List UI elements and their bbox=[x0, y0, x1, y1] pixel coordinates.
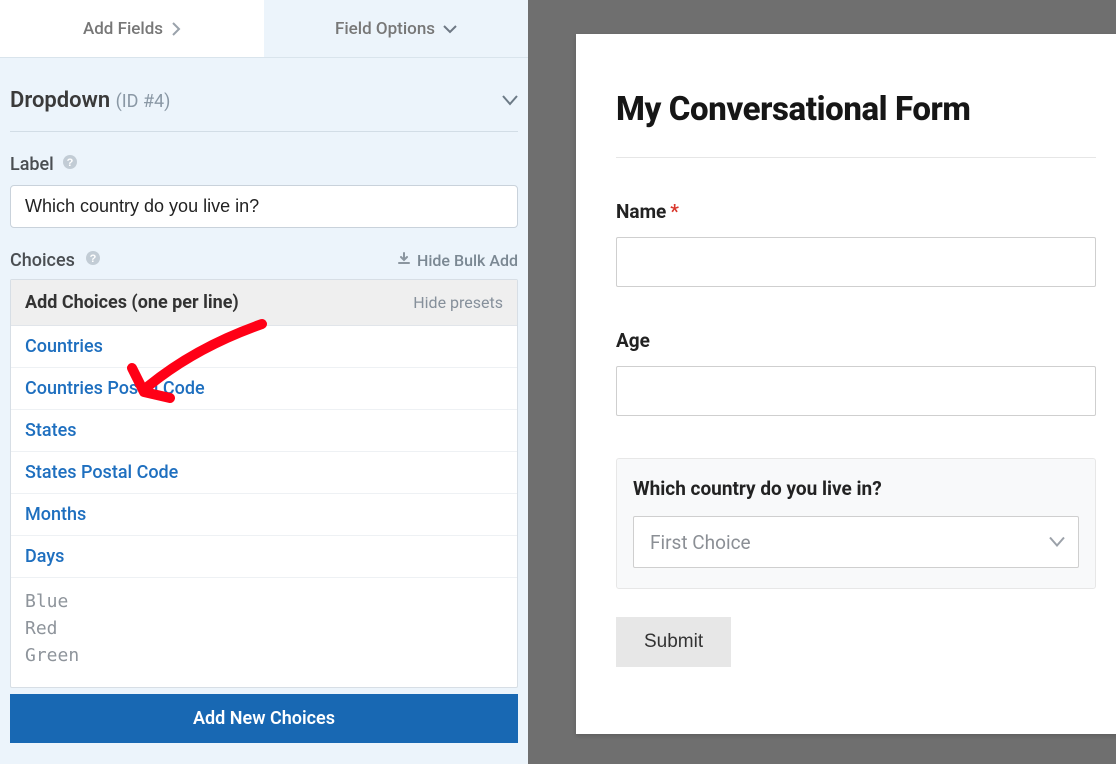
help-icon[interactable]: ? bbox=[62, 154, 78, 175]
tab-add-fields[interactable]: Add Fields bbox=[0, 0, 264, 57]
hide-bulk-add-label: Hide Bulk Add bbox=[417, 251, 518, 270]
field-type-title: Dropdown bbox=[10, 88, 110, 113]
chevron-down-icon bbox=[502, 91, 518, 110]
country-dropdown-value: First Choice bbox=[633, 516, 1079, 568]
label-title: Label bbox=[10, 154, 54, 175]
preset-states[interactable]: States bbox=[11, 410, 517, 452]
preset-days[interactable]: Days bbox=[11, 536, 517, 578]
help-icon[interactable]: ? bbox=[85, 250, 101, 271]
choices-title-text: Choices bbox=[10, 250, 75, 271]
add-choices-title: Add Choices (one per line) bbox=[25, 292, 239, 313]
form-field-age: Age bbox=[616, 329, 1096, 416]
chevron-down-icon bbox=[443, 24, 457, 34]
svg-text:?: ? bbox=[66, 157, 73, 169]
hide-presets-button[interactable]: Hide presets bbox=[413, 293, 503, 312]
form-field-country: Which country do you live in? First Choi… bbox=[616, 458, 1096, 589]
add-new-choices-button[interactable]: Add New Choices bbox=[10, 694, 518, 743]
preset-list: Countries Countries Postal Code States S… bbox=[11, 326, 517, 578]
builder-tabs: Add Fields Field Options bbox=[0, 0, 528, 58]
name-input[interactable] bbox=[616, 237, 1096, 287]
field-options-panel: Dropdown (ID #4) Label ? Choices ? bbox=[0, 58, 528, 764]
country-dropdown[interactable]: First Choice bbox=[633, 516, 1079, 568]
country-label: Which country do you live in? bbox=[633, 477, 882, 500]
chevron-right-icon bbox=[171, 22, 181, 36]
tab-add-fields-label: Add Fields bbox=[83, 19, 163, 39]
tab-field-options-label: Field Options bbox=[335, 19, 435, 39]
svg-text:?: ? bbox=[89, 253, 96, 265]
form-field-name: Name * bbox=[616, 200, 1096, 287]
name-label: Name bbox=[616, 200, 666, 223]
tab-field-options[interactable]: Field Options bbox=[264, 0, 528, 57]
preset-months[interactable]: Months bbox=[11, 494, 517, 536]
field-id-text: (ID #4) bbox=[116, 91, 171, 112]
choices-box: Add Choices (one per line) Hide presets … bbox=[10, 279, 518, 688]
preset-countries[interactable]: Countries bbox=[11, 326, 517, 368]
form-title: My Conversational Form bbox=[616, 90, 1096, 129]
choices-textarea[interactable]: Blue Red Green bbox=[11, 578, 517, 687]
preset-countries-postal-code[interactable]: Countries Postal Code bbox=[11, 368, 517, 410]
hide-bulk-add-button[interactable]: Hide Bulk Add bbox=[397, 251, 518, 270]
required-asterisk: * bbox=[670, 200, 679, 223]
field-label-input[interactable] bbox=[10, 185, 518, 228]
choices-box-header: Add Choices (one per line) Hide presets bbox=[11, 280, 517, 326]
preview-area: My Conversational Form Name * Age Which … bbox=[528, 0, 1116, 764]
field-section-header[interactable]: Dropdown (ID #4) bbox=[10, 82, 518, 132]
chevron-down-icon bbox=[1049, 533, 1065, 552]
form-preview-card: My Conversational Form Name * Age Which … bbox=[576, 34, 1116, 734]
age-input[interactable] bbox=[616, 366, 1096, 416]
download-icon bbox=[397, 251, 411, 270]
preset-states-postal-code[interactable]: States Postal Code bbox=[11, 452, 517, 494]
builder-sidebar: Add Fields Field Options Dropdown (ID #4… bbox=[0, 0, 528, 764]
label-row: Label ? bbox=[10, 154, 518, 175]
submit-button[interactable]: Submit bbox=[616, 617, 731, 667]
divider bbox=[616, 157, 1096, 158]
choices-header: Choices ? Hide Bulk Add bbox=[10, 250, 518, 271]
age-label: Age bbox=[616, 329, 650, 352]
